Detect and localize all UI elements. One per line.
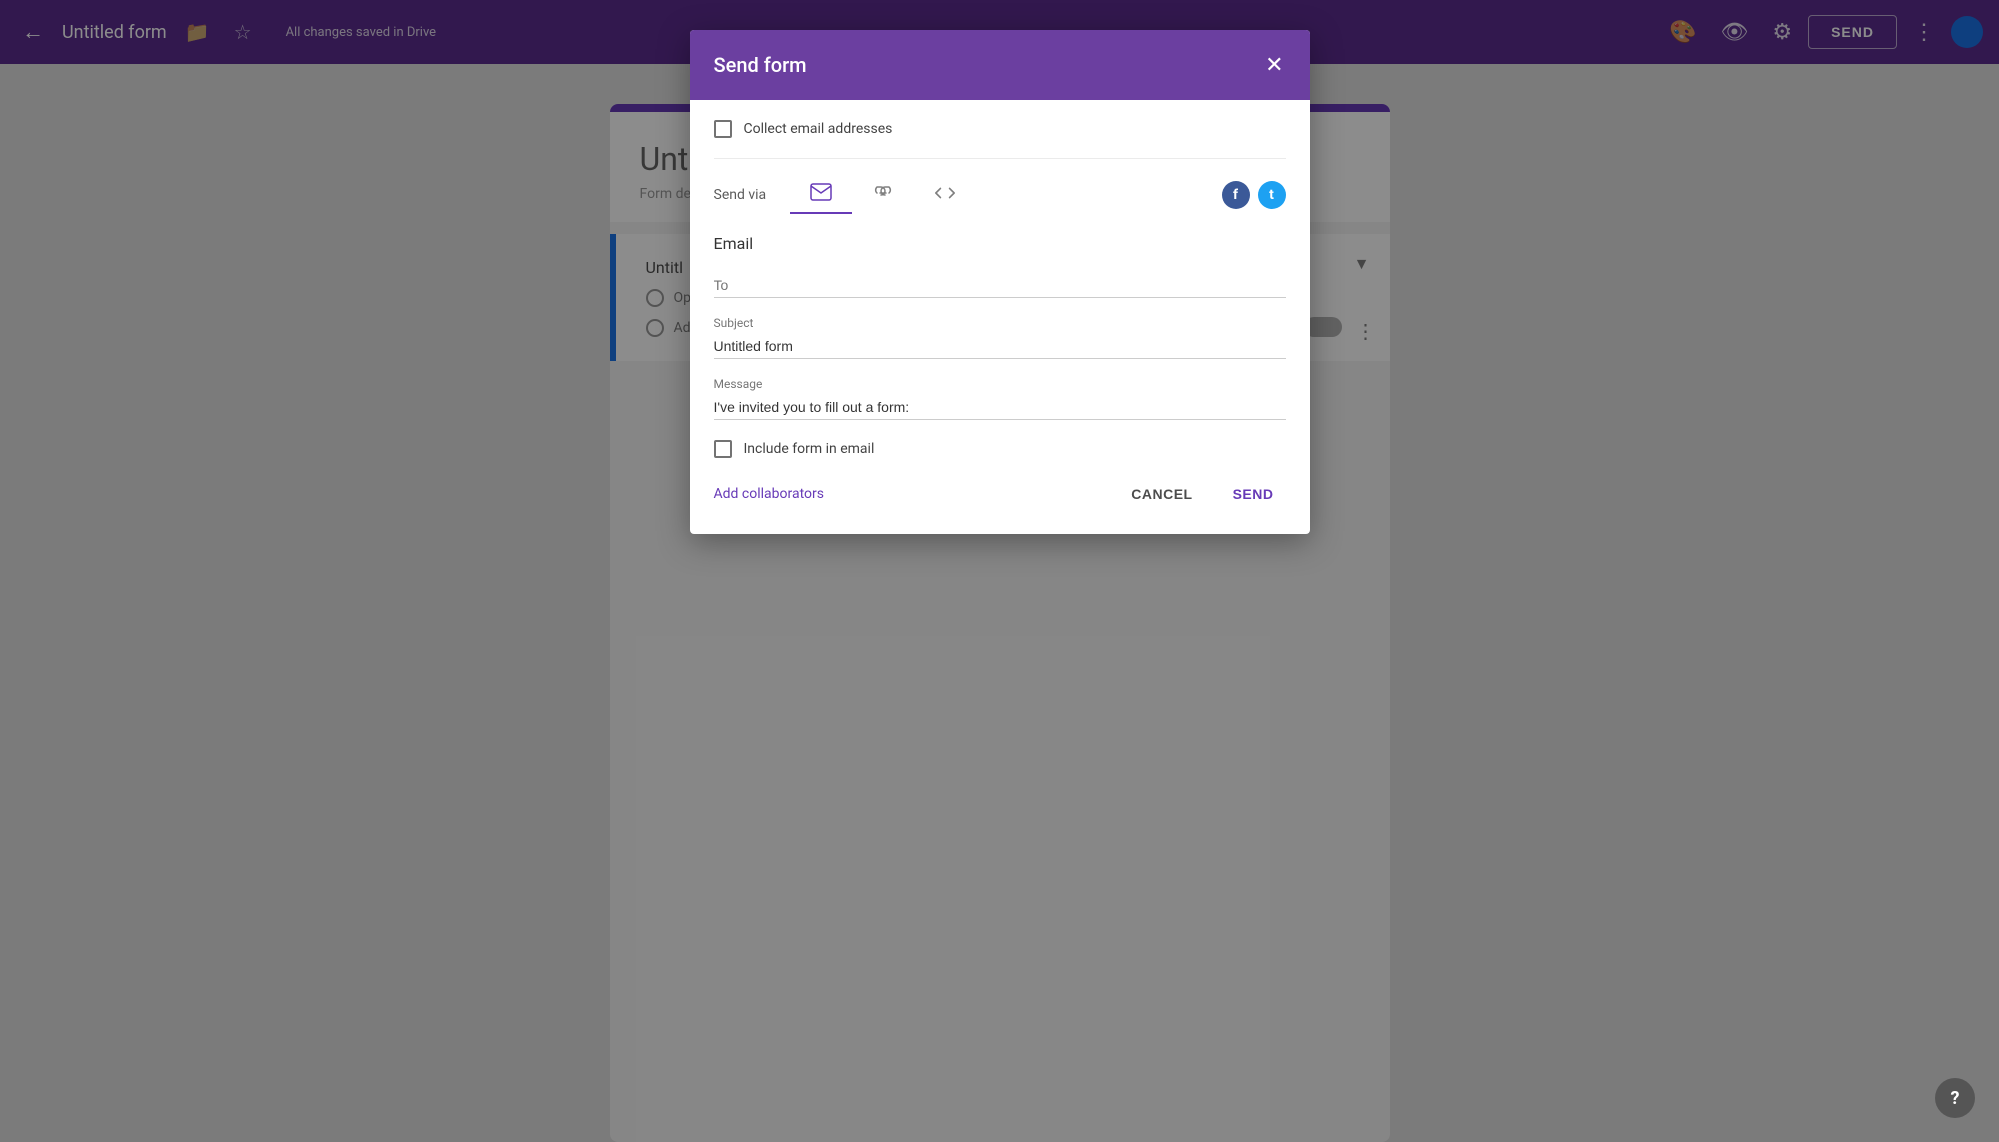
- to-input[interactable]: [714, 273, 1286, 298]
- dialog-footer: Add collaborators CANCEL SEND: [714, 466, 1286, 510]
- subject-input[interactable]: [714, 334, 1286, 359]
- send-via-embed-button[interactable]: [914, 176, 976, 213]
- include-form-label: Include form in email: [744, 441, 875, 457]
- facebook-icon[interactable]: f: [1222, 181, 1250, 209]
- dialog-body: Collect email addresses Send via: [690, 100, 1310, 534]
- cancel-button[interactable]: CANCEL: [1119, 478, 1204, 510]
- include-form-checkbox[interactable]: [714, 440, 732, 458]
- collect-email-checkbox[interactable]: [714, 120, 732, 138]
- send-via-email-button[interactable]: [790, 175, 852, 214]
- embed-icon: [934, 186, 956, 200]
- email-section-title: Email: [714, 234, 1286, 253]
- send-via-options: [790, 175, 1221, 214]
- add-collaborators-link[interactable]: Add collaborators: [714, 486, 824, 502]
- social-icons: f t: [1222, 181, 1286, 209]
- dialog-header: Send form ✕: [690, 30, 1310, 100]
- message-label: Message: [714, 377, 1286, 391]
- send-form-dialog: Send form ✕ Collect email addresses Send…: [690, 30, 1310, 534]
- subject-label: Subject: [714, 316, 1286, 330]
- message-input[interactable]: [714, 395, 1286, 420]
- send-button-dialog[interactable]: SEND: [1221, 478, 1286, 510]
- include-form-row: Include form in email: [714, 440, 1286, 458]
- to-field-group: [714, 273, 1286, 298]
- send-via-link-button[interactable]: [852, 176, 914, 213]
- subject-field-group: Subject: [714, 316, 1286, 359]
- help-button[interactable]: ?: [1935, 1078, 1975, 1118]
- overlay: Send form ✕ Collect email addresses Send…: [0, 0, 1999, 1142]
- separator-1: [714, 158, 1286, 159]
- message-field-group: Message: [714, 377, 1286, 420]
- footer-buttons: CANCEL SEND: [1119, 478, 1285, 510]
- close-dialog-button[interactable]: ✕: [1263, 52, 1285, 78]
- collect-email-label: Collect email addresses: [744, 121, 893, 137]
- link-icon: [872, 186, 894, 200]
- send-via-label: Send via: [714, 187, 767, 203]
- twitter-icon[interactable]: t: [1258, 181, 1286, 209]
- dialog-title: Send form: [714, 53, 807, 77]
- collect-email-row: Collect email addresses: [714, 120, 1286, 138]
- send-via-row: Send via: [714, 175, 1286, 214]
- email-icon: [810, 183, 832, 201]
